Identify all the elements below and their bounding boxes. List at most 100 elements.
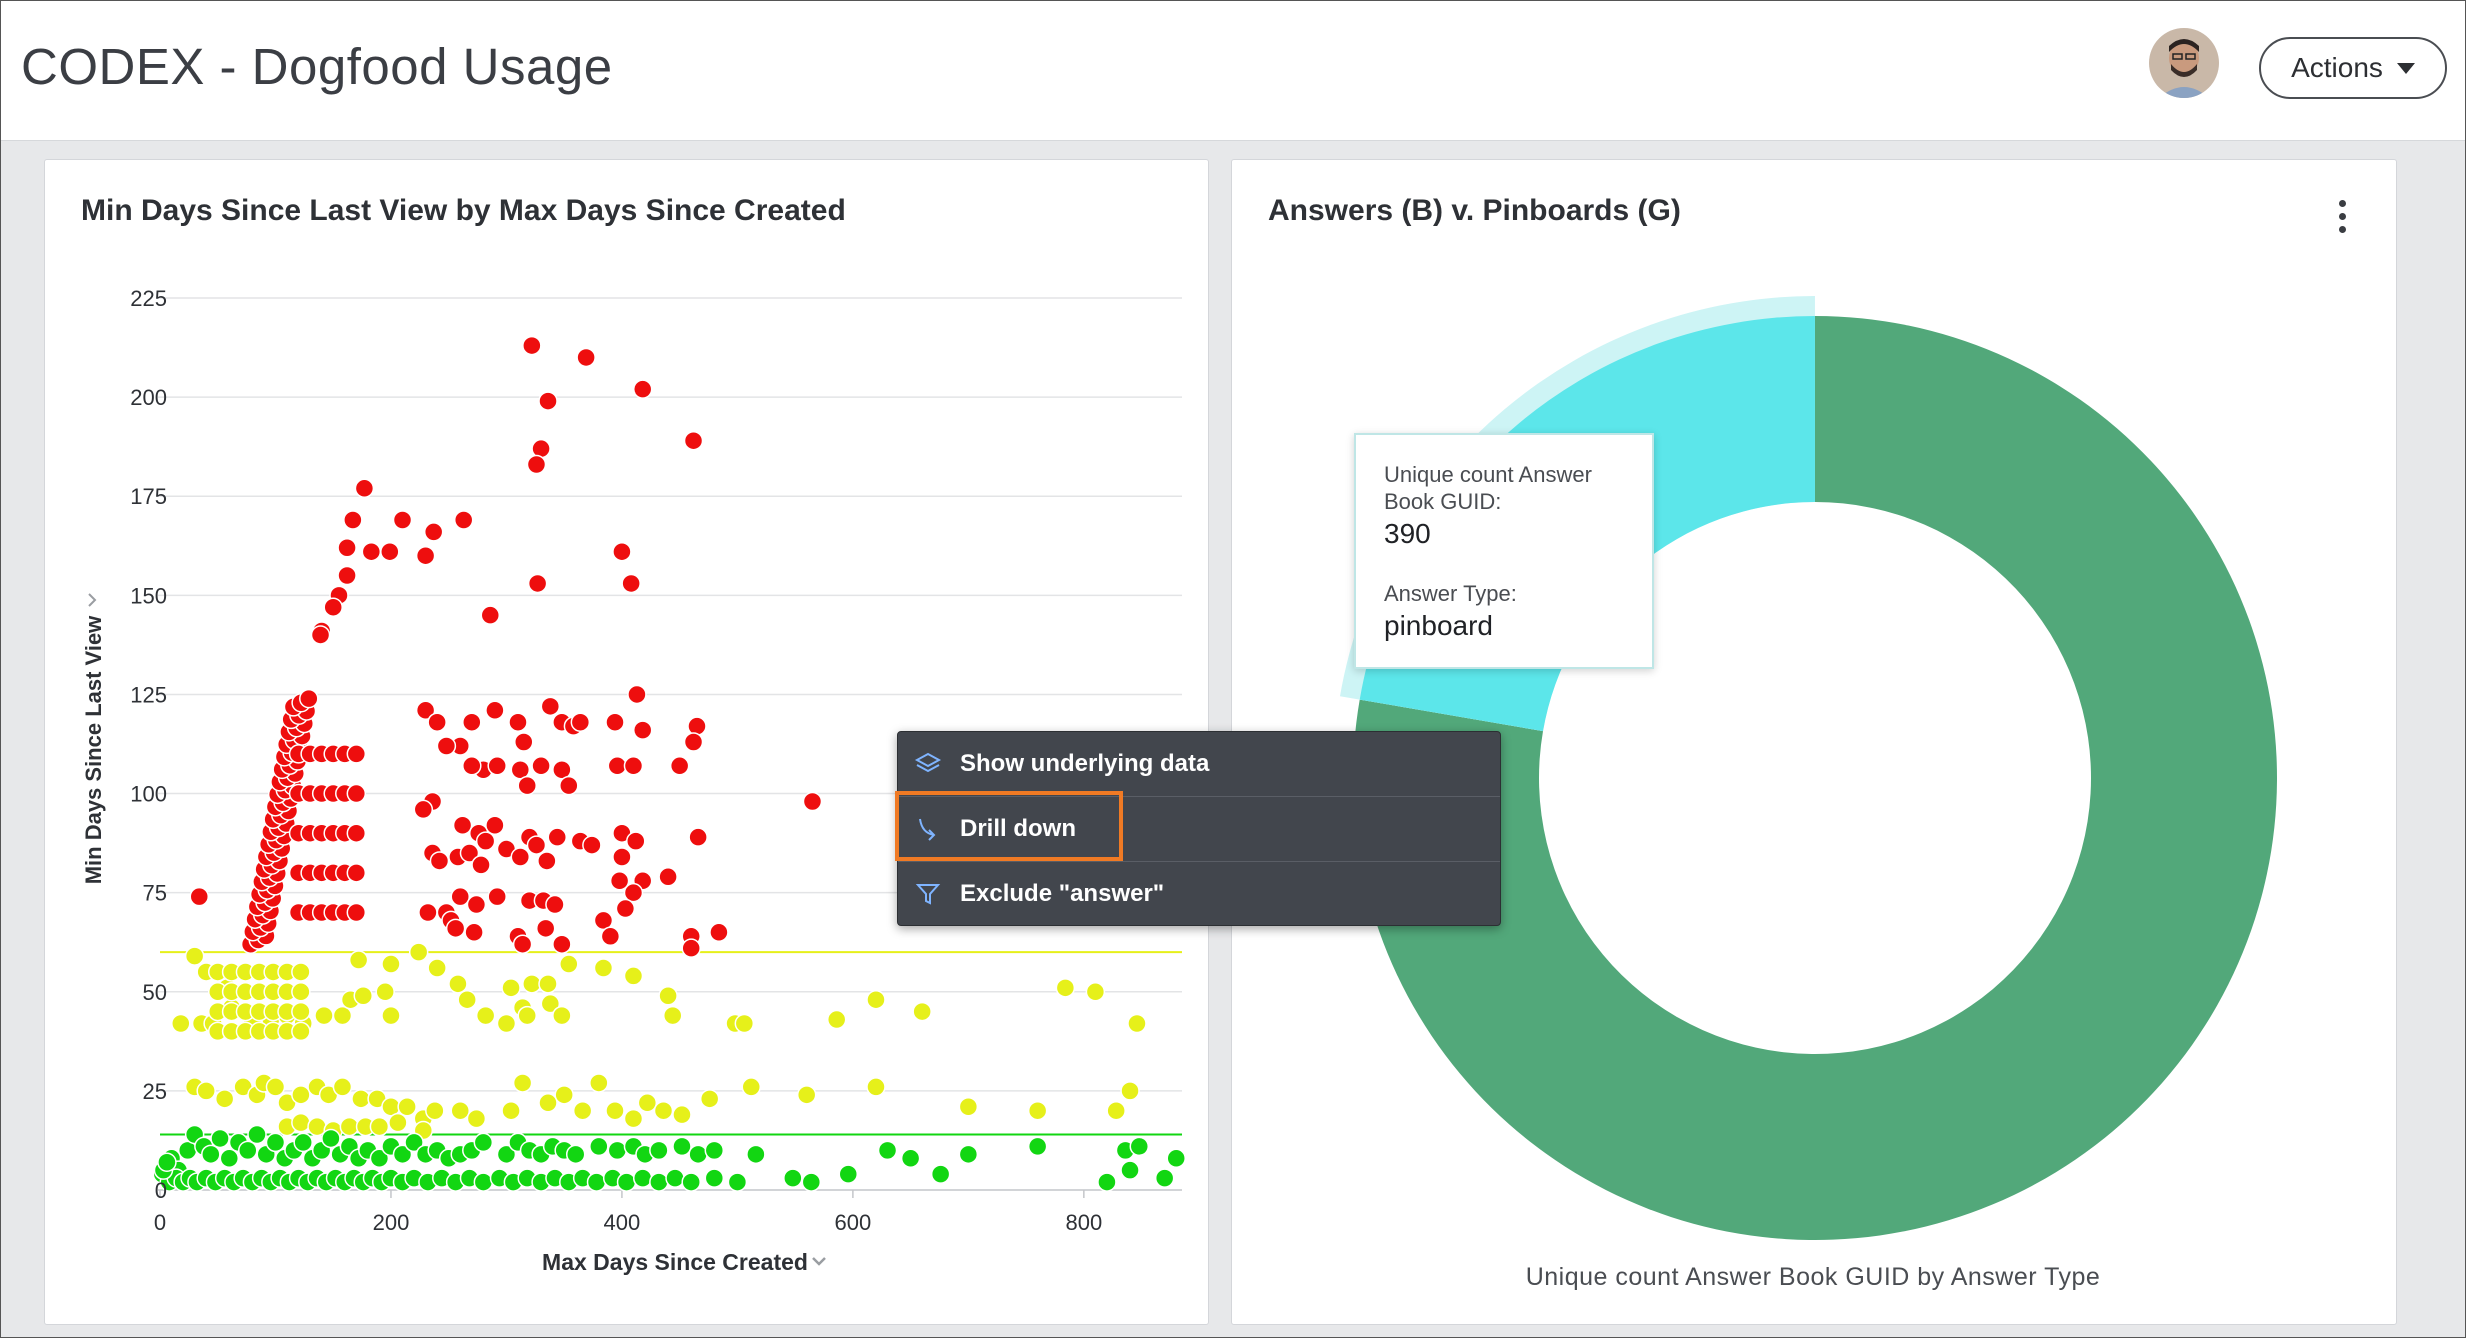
scatter-point[interactable]	[688, 1144, 708, 1165]
scatter-point[interactable]	[512, 1073, 533, 1093]
scatter-point[interactable]	[734, 1013, 755, 1034]
scatter-point[interactable]	[572, 1100, 593, 1121]
scatter-point[interactable]	[526, 454, 547, 475]
scatter-point[interactable]	[552, 934, 572, 954]
scatter-point[interactable]	[615, 898, 636, 919]
scatter-point[interactable]	[866, 1077, 886, 1097]
scatter-point[interactable]	[375, 982, 395, 1002]
scatter-point[interactable]	[704, 1140, 725, 1161]
scatter-point[interactable]	[453, 510, 474, 530]
scatter-point[interactable]	[475, 831, 496, 851]
scatter-point[interactable]	[746, 1144, 766, 1165]
scatter-point[interactable]	[381, 954, 401, 974]
scatter-point[interactable]	[589, 1136, 609, 1157]
scatter-point[interactable]	[501, 1100, 521, 1121]
scatter-point[interactable]	[605, 1100, 625, 1121]
scatter-point[interactable]	[496, 1013, 517, 1034]
scatter-point[interactable]	[1106, 1100, 1126, 1121]
scatter-point[interactable]	[958, 1096, 979, 1117]
scatter-point[interactable]	[621, 573, 641, 594]
scatter-point[interactable]	[699, 1089, 720, 1109]
scatter-point[interactable]	[649, 1140, 669, 1161]
scatter-point[interactable]	[600, 926, 621, 947]
scatter-point[interactable]	[632, 1168, 653, 1188]
scatter-point[interactable]	[291, 1085, 311, 1105]
scatter-point[interactable]	[1027, 1136, 1048, 1157]
scatter-point[interactable]	[353, 985, 373, 1006]
scatter-point[interactable]	[425, 1100, 445, 1121]
scatter-point[interactable]	[291, 1021, 311, 1042]
scatter-point[interactable]	[554, 1085, 574, 1105]
x-axis-label[interactable]: Max Days Since Created	[542, 1249, 808, 1275]
scatter-point[interactable]	[381, 1005, 401, 1026]
scatter-point[interactable]	[912, 1001, 932, 1022]
scatter-point[interactable]	[450, 1100, 470, 1121]
scatter-point[interactable]	[1120, 1081, 1140, 1101]
scatter-point[interactable]	[607, 756, 628, 776]
scatter-point[interactable]	[559, 954, 579, 974]
scatter-point[interactable]	[201, 1144, 221, 1165]
scatter-point[interactable]	[501, 978, 521, 998]
scatter-point[interactable]	[958, 1144, 979, 1165]
scatter-point[interactable]	[612, 541, 632, 562]
scatter-point[interactable]	[214, 1089, 235, 1109]
scatter-point[interactable]	[291, 962, 311, 982]
scatter-point[interactable]	[445, 918, 466, 939]
scatter-point[interactable]	[517, 775, 537, 796]
actions-button[interactable]: Actions	[2259, 37, 2447, 99]
scatter-point[interactable]	[681, 938, 701, 958]
scatter-point[interactable]	[291, 982, 311, 1002]
scatter-point[interactable]	[665, 1168, 685, 1188]
scatter-point[interactable]	[487, 756, 507, 776]
scatter-point[interactable]	[514, 732, 534, 752]
scatter-point[interactable]	[219, 1148, 240, 1169]
scatter-point[interactable]	[299, 688, 319, 709]
scatter-point[interactable]	[369, 1116, 390, 1137]
scatter-point[interactable]	[552, 1005, 572, 1026]
scatter-point[interactable]	[535, 918, 556, 939]
scatter-point[interactable]	[1127, 1013, 1147, 1034]
scatter-point[interactable]	[741, 1077, 762, 1097]
scatter-point[interactable]	[605, 712, 625, 732]
scatter-point[interactable]	[593, 958, 614, 978]
scatter-point[interactable]	[448, 974, 468, 994]
scatter-point[interactable]	[487, 886, 507, 907]
scatter-point[interactable]	[348, 950, 369, 970]
scatter-point[interactable]	[397, 1096, 417, 1117]
scatter-point[interactable]	[559, 775, 579, 796]
scatter-point[interactable]	[171, 1013, 191, 1034]
scatter-point[interactable]	[1097, 1172, 1117, 1192]
scatter-point[interactable]	[480, 605, 501, 625]
scatter-point[interactable]	[466, 1108, 487, 1129]
scatter-point[interactable]	[653, 1100, 674, 1121]
scatter-point[interactable]	[589, 1073, 609, 1093]
scatter-point[interactable]	[291, 1112, 311, 1133]
scatter-point[interactable]	[669, 756, 690, 776]
scatter-point[interactable]	[538, 391, 558, 411]
scatter-point[interactable]	[314, 1005, 334, 1026]
scatter-point[interactable]	[321, 1128, 341, 1149]
scatter-point[interactable]	[672, 1136, 692, 1157]
scatter-point[interactable]	[337, 538, 357, 558]
scatter-point[interactable]	[658, 867, 678, 887]
scatter-point[interactable]	[802, 791, 823, 812]
scatter-point[interactable]	[210, 1128, 230, 1149]
scatter-point[interactable]	[343, 510, 363, 530]
scatter-point[interactable]	[632, 379, 653, 399]
scatter-point[interactable]	[783, 1168, 803, 1188]
scatter-point[interactable]	[1055, 978, 1076, 998]
scatter-point[interactable]	[526, 835, 547, 855]
scatter-point[interactable]	[522, 335, 542, 356]
menu-item-exclude[interactable]: Exclude "answer"	[898, 862, 1500, 926]
scatter-point[interactable]	[265, 1132, 286, 1153]
scatter-point[interactable]	[540, 696, 561, 717]
scatter-point[interactable]	[429, 851, 450, 871]
donut-chart[interactable]	[1232, 160, 2396, 1260]
scatter-point[interactable]	[415, 545, 436, 566]
scatter-point[interactable]	[427, 958, 447, 978]
scatter-point[interactable]	[547, 827, 568, 847]
scatter-point[interactable]	[1085, 982, 1106, 1002]
scatter-point[interactable]	[704, 1168, 725, 1188]
scatter-point[interactable]	[310, 625, 331, 645]
scatter-point[interactable]	[293, 1132, 313, 1153]
